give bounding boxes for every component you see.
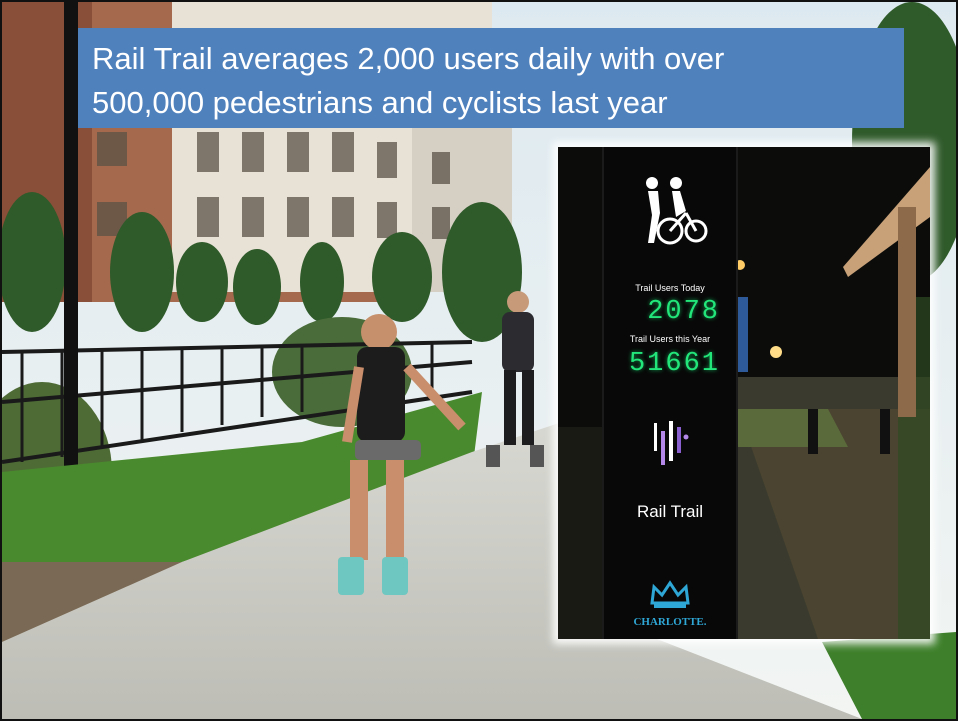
slide: Rail Trail averages 2,000 users daily wi… xyxy=(0,0,958,721)
counter-photo-inset: Trail Users Today 2078 Trail Users this … xyxy=(558,147,930,639)
year-label: Trail Users this Year xyxy=(629,334,711,344)
caption-line-1: Rail Trail averages 2,000 users daily wi… xyxy=(92,41,725,76)
charlotte-wordmark: CHARLOTTE. xyxy=(633,616,707,628)
today-count: 2078 xyxy=(647,297,720,327)
caption-box: Rail Trail averages 2,000 users daily wi… xyxy=(78,28,904,128)
rail-trail-logo-icon xyxy=(654,421,689,465)
caption-line-2: 500,000 pedestrians and cyclists last ye… xyxy=(92,85,668,120)
today-label: Trail Users Today xyxy=(635,283,705,293)
pedestrian-cyclist-icon xyxy=(646,177,708,245)
year-count: 51661 xyxy=(628,349,720,379)
crown-icon xyxy=(650,580,690,608)
rail-trail-brand: Rail Trail xyxy=(636,502,704,521)
trail-counter-sign: Trail Users Today 2078 Trail Users this … xyxy=(602,147,738,639)
